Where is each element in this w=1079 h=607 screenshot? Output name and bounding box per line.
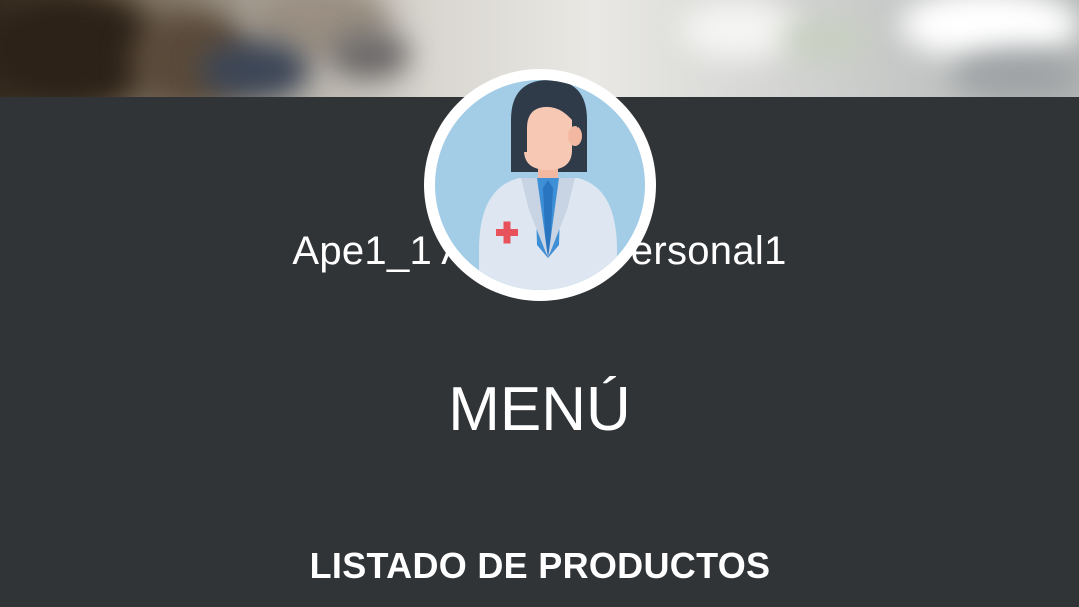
doctor-avatar-icon (479, 80, 617, 290)
profile-avatar[interactable] (424, 69, 656, 301)
navigation-drawer: Ape1_1 Ape2_1, Personal1 MENÚ LISTADO DE… (0, 69, 1079, 607)
menu-title: MENÚ (448, 375, 631, 444)
menu-item-listado-de-productos[interactable]: LISTADO DE PRODUCTOS (290, 540, 790, 592)
